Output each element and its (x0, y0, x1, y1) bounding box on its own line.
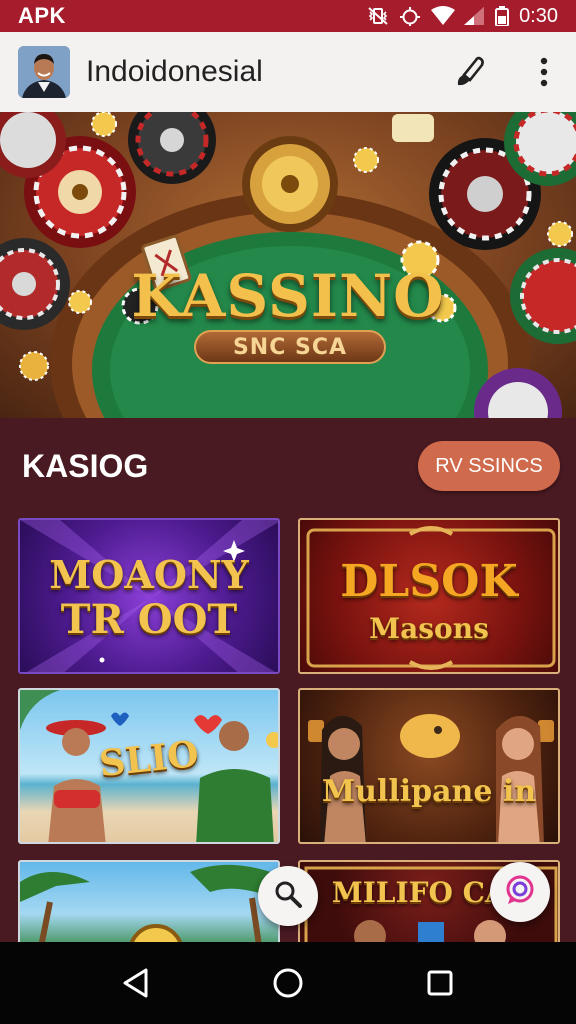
figures-illustration (308, 714, 554, 842)
brush-icon[interactable] (452, 54, 488, 90)
search-icon (273, 879, 303, 914)
chat-icon (504, 874, 536, 911)
hero-banner[interactable]: KASSINO SNC SCA (0, 112, 576, 418)
game-subtitle: Masons (369, 612, 489, 645)
signal-icon (463, 6, 485, 26)
app-bar: Indoidonesial (0, 32, 576, 112)
hero-subtitle: SNC SCA (232, 334, 348, 360)
game-tile[interactable]: DLSOK Masons (298, 518, 560, 674)
status-icons: 0:30 (367, 5, 558, 28)
back-icon[interactable] (116, 963, 156, 1003)
home-icon[interactable] (268, 963, 308, 1003)
game-tile[interactable]: SLIO (18, 688, 280, 844)
system-nav-bar (0, 942, 576, 1024)
more-vert-icon[interactable] (526, 54, 562, 90)
hero-subtitle-badge: SNC SCA (194, 330, 386, 364)
section-header: KASIOG RV SSINCS (0, 418, 576, 514)
status-time: 0:30 (519, 4, 558, 27)
status-carrier: APK (18, 3, 66, 28)
game-tile[interactable] (18, 860, 280, 950)
game-title: Mullipane in (321, 774, 537, 809)
recents-icon[interactable] (420, 963, 460, 1003)
game-title: DLSOK (340, 556, 518, 607)
section-title: KASIOG (22, 447, 149, 484)
app-title: Indoidonesial (86, 55, 263, 88)
chat-button[interactable] (490, 862, 550, 922)
alarm-icon (399, 6, 421, 26)
game-title: MOAONY (49, 552, 249, 597)
search-button[interactable] (258, 866, 318, 926)
wifi-icon (431, 6, 456, 26)
status-bar: APK 0:30 (0, 0, 576, 32)
palm-beach-illustration (20, 864, 278, 948)
see-all-button[interactable]: RV SSINCS (418, 441, 560, 491)
game-tile[interactable]: Mullipane in (298, 688, 560, 844)
avatar[interactable] (18, 46, 70, 98)
game-subtitle: TR OOT (60, 596, 238, 643)
hero-title: KASSINO (131, 262, 445, 330)
vibrate-icon (367, 6, 389, 26)
game-tile[interactable]: MOAONY TR OOT (18, 518, 280, 674)
battery-icon (495, 6, 510, 27)
app-actions (452, 54, 562, 90)
